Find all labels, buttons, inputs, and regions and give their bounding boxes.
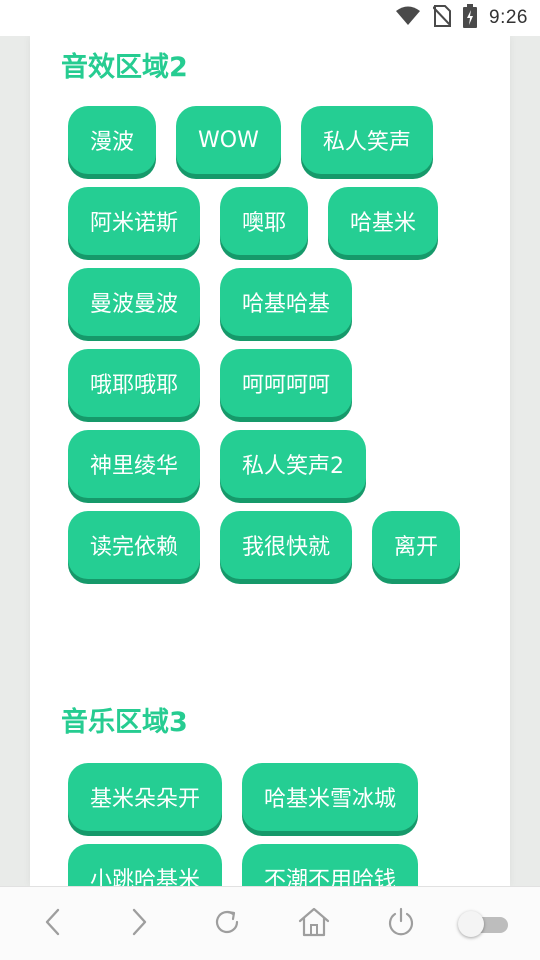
sound-button[interactable]: 私人笑声2	[220, 430, 367, 498]
sound-button[interactable]: 漫波	[68, 106, 157, 174]
refresh-icon	[212, 907, 242, 941]
content-card[interactable]: 音效区域2 漫波 WOW 私人笑声 阿米诺斯 噢耶 哈基米 曼波曼波 哈基哈基 …	[30, 36, 510, 886]
sound-button[interactable]: 阿米诺斯	[68, 187, 201, 255]
sound-button[interactable]: 哈基米	[328, 187, 439, 255]
music-button[interactable]: 哈基米雪冰城	[242, 763, 419, 831]
section-title: 音乐区域3	[61, 707, 188, 738]
sound-button[interactable]: 哦耶哦耶	[68, 349, 201, 417]
wifi-icon	[395, 6, 421, 30]
power-button[interactable]	[381, 907, 421, 941]
section-title: 音效区域2	[61, 52, 188, 83]
bottom-nav-bar	[0, 886, 540, 960]
sound-button-grid: 漫波 WOW 私人笑声 阿米诺斯 噢耶 哈基米 曼波曼波 哈基哈基 哦耶哦耶 呵…	[68, 106, 478, 579]
back-button[interactable]	[33, 907, 73, 941]
home-icon	[298, 907, 330, 941]
sound-button[interactable]: 神里绫华	[68, 430, 201, 498]
sound-button[interactable]: 私人笑声	[300, 106, 433, 174]
sound-button[interactable]: 我很快就	[220, 511, 353, 579]
status-icons: 9:26	[395, 4, 528, 32]
music-button-grid: 基米朵朵开 哈基米雪冰城 小跳哈基米 不潮不用哈钱	[68, 763, 478, 886]
status-time: 9:26	[489, 7, 528, 28]
sound-button[interactable]: 曼波曼波	[68, 268, 201, 336]
sound-button[interactable]: 离开	[372, 511, 461, 579]
sound-button[interactable]: 噢耶	[220, 187, 309, 255]
music-button[interactable]: 基米朵朵开	[68, 763, 223, 831]
status-bar: 9:26	[0, 0, 540, 36]
sound-button[interactable]: 呵呵呵呵	[220, 349, 353, 417]
forward-button[interactable]	[119, 907, 159, 941]
music-button[interactable]: 不潮不用哈钱	[242, 844, 419, 886]
sound-button[interactable]: WOW	[176, 106, 281, 174]
toggle-switch[interactable]	[458, 911, 508, 937]
home-button[interactable]	[294, 907, 334, 941]
refresh-button[interactable]	[207, 907, 247, 941]
no-sim-icon	[432, 5, 452, 31]
back-icon	[43, 907, 63, 941]
sound-button[interactable]: 读完依赖	[68, 511, 201, 579]
power-icon	[386, 907, 416, 941]
sound-button[interactable]: 哈基哈基	[220, 268, 353, 336]
battery-charging-icon	[463, 4, 478, 32]
toggle-knob	[458, 911, 484, 937]
music-button[interactable]: 小跳哈基米	[68, 844, 223, 886]
forward-icon	[129, 907, 149, 941]
app-screen: 9:26 音效区域2 漫波 WOW 私人笑声 阿米诺斯 噢耶 哈基米 曼波曼波 …	[0, 0, 540, 960]
